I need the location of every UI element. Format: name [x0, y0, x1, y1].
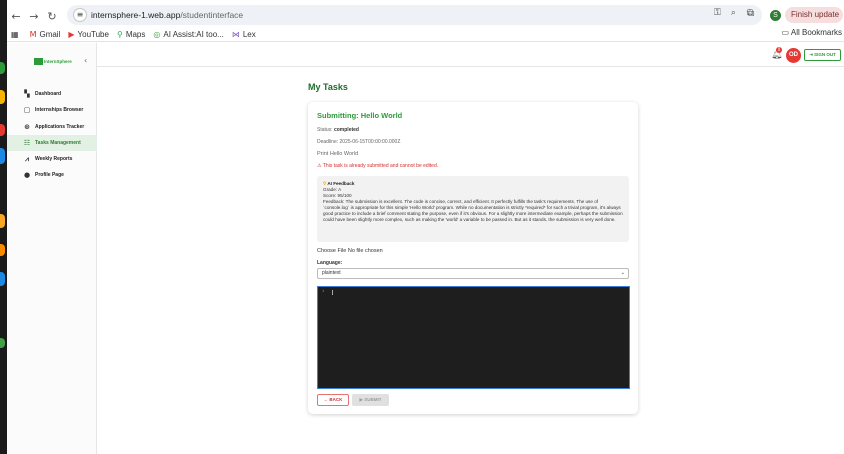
notification-bell-icon[interactable]: 🔔︎ 0	[771, 47, 782, 60]
sidebar-item-weekly-reports[interactable]: ⩘ Weekly Reports	[7, 151, 97, 167]
sidebar: InternSphere ‹ ▚ Dashboard ▢ Internships…	[7, 43, 97, 454]
password-key-icon[interactable]: ⚿	[714, 8, 721, 18]
submit-button[interactable]: ▶ SUBMIT	[352, 394, 389, 406]
file-upload-input[interactable]: Choose File No file chosen	[317, 248, 383, 254]
maps-icon: ⚲	[116, 30, 123, 39]
language-select[interactable]: plaintext ⌄	[317, 268, 629, 279]
bookmark-lex[interactable]: ⋈ Lex	[232, 30, 256, 39]
lex-icon: ⋈	[231, 30, 240, 39]
feedback-text: Feedback: The submission is excellent. T…	[323, 199, 623, 222]
chevron-down-icon: ⌄	[620, 270, 625, 276]
submitted-warning: ⚠ This task is already submitted and can…	[317, 163, 439, 169]
forward-arrow-icon[interactable]: →	[25, 10, 43, 23]
youtube-icon: ▶	[68, 30, 75, 39]
task-title: Submitting: Hello World	[317, 111, 403, 120]
browser-toolbar: ← → ↻ ≡ internsphere-1.web.app/studentin…	[7, 5, 844, 27]
task-status: Status: completed	[317, 127, 359, 133]
dock-app-icon[interactable]	[0, 272, 5, 286]
bookmark-maps[interactable]: ⚲ Maps	[117, 30, 145, 39]
browser-chrome: ← → ↻ ≡ internsphere-1.web.app/studentin…	[7, 0, 844, 42]
bookmark-gmail[interactable]: M Gmail	[30, 30, 61, 39]
ai-feedback-panel: 💡︎ AI Feedback Grade: A Score: 95/100 Fe…	[317, 176, 629, 242]
zoom-icon[interactable]: ⌕	[731, 8, 736, 18]
logo-mark-icon	[34, 58, 43, 65]
sign-out-button[interactable]: ⇥ SIGN OUT	[804, 49, 841, 61]
page-title: My Tasks	[308, 82, 348, 92]
folder-icon: ▭	[781, 28, 791, 37]
line-number: 1	[322, 290, 325, 294]
dock-app-icon[interactable]	[0, 124, 5, 136]
code-editor[interactable]: 1	[317, 286, 630, 389]
finish-update-button[interactable]: Finish update	[785, 7, 843, 23]
dock-app-icon[interactable]	[0, 62, 5, 74]
avatar[interactable]: OD	[786, 48, 801, 63]
sidebar-item-profile-page[interactable]: ● Profile Page	[7, 167, 97, 183]
tasks-icon: ☷	[23, 138, 31, 147]
dock-app-icon[interactable]	[0, 338, 5, 348]
app-header	[7, 43, 844, 67]
dock-app-icon[interactable]	[0, 244, 5, 256]
chart-icon: ⩘	[25, 154, 29, 163]
dock-app-icon[interactable]	[0, 90, 5, 104]
profile-icon: ●	[23, 171, 31, 180]
bookmarks-bar: ▦ M Gmail ▶ YouTube ⚲ Maps ◎ AI Assist:AI to…	[7, 28, 844, 41]
all-bookmarks-button[interactable]: ▭ All Bookmarks	[782, 28, 842, 37]
sidebar-item-internships-browser[interactable]: ▢ Internships Browser	[7, 102, 97, 118]
briefcase-icon: ▢	[23, 106, 31, 115]
sidebar-item-tasks-management[interactable]: ☷ Tasks Management	[7, 134, 97, 151]
back-button[interactable]: ← BACK	[317, 394, 349, 406]
collapse-sidebar-icon[interactable]: ‹	[84, 56, 87, 65]
task-description: Print Hello World	[317, 151, 359, 157]
sidebar-nav: ▚ Dashboard ▢ Internships Browser ⊛ Appl…	[7, 86, 97, 184]
gmail-icon: M	[29, 30, 37, 39]
address-bar[interactable]: ≡ internsphere-1.web.app/studentinterfac…	[67, 5, 762, 25]
language-label: Language:	[317, 260, 343, 266]
notification-badge: 0	[776, 47, 782, 53]
reload-icon[interactable]: ↻	[43, 10, 61, 23]
bookmark-youtube[interactable]: ▶ YouTube	[68, 30, 109, 39]
sidebar-item-applications-tracker[interactable]: ⊛ Applications Tracker	[7, 119, 97, 135]
sidebar-item-dashboard[interactable]: ▚ Dashboard	[7, 86, 97, 102]
browser-profile-avatar[interactable]: S	[770, 10, 781, 21]
task-deadline: Deadline: 2025-06-15T00:00:00.000Z	[317, 139, 401, 145]
task-card: Submitting: Hello World Status: complete…	[308, 102, 638, 414]
back-arrow-icon[interactable]: ←	[7, 10, 25, 23]
bookmark-ai-assist[interactable]: ◎ AI Assist:AI too...	[153, 30, 223, 39]
site-info-icon[interactable]: ≡	[73, 8, 87, 22]
applications-icon: ⊛	[24, 122, 30, 131]
dock-app-icon[interactable]	[0, 214, 5, 228]
extensions-icon[interactable]: ⧉	[747, 8, 754, 19]
url-text: internsphere-1.web.app/studentinterface	[91, 10, 244, 20]
dock-app-icon[interactable]	[0, 148, 5, 164]
ai-assist-icon: ◎	[153, 30, 161, 39]
editor-cursor	[332, 290, 333, 295]
desktop-dock	[0, 0, 7, 454]
app-logo[interactable]: InternSphere	[34, 58, 72, 65]
dashboard-icon: ▚	[24, 90, 30, 98]
apps-grid-icon[interactable]: ▦	[11, 30, 22, 39]
